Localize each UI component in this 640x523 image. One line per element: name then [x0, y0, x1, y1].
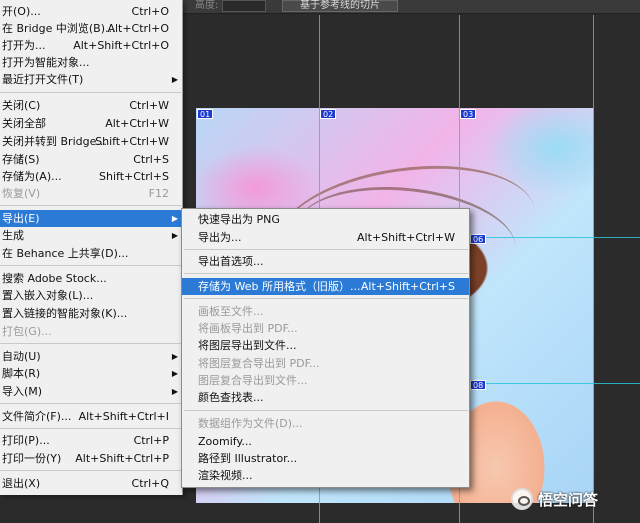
menu-item-close-and-go-to-bridge[interactable]: 关闭并转到 Bridge... Shift+Ctrl+W [0, 133, 183, 150]
slice-tag[interactable]: 03 [460, 109, 477, 119]
menu-item-layer-comps-to-files: 图层复合导出到文件... [198, 374, 308, 387]
submenu-arrow-icon: ▶ [171, 352, 178, 361]
menu-separator [184, 249, 468, 250]
vertical-guide[interactable] [593, 15, 594, 523]
menu-item-paths-to-illustrator[interactable]: 路径到 Illustrator... [182, 450, 469, 467]
menu-item-layer-comps-to-pdf: 将图层复合导出到 PDF... [198, 357, 320, 370]
menu-item-package: 打包(G)... [2, 325, 52, 338]
menu-item-layers-to-files[interactable]: 将图层导出到文件... [182, 337, 469, 354]
menu-separator [0, 470, 183, 471]
wukong-logo-icon [511, 488, 533, 510]
menu-item-save[interactable]: 存储(S) Ctrl+S [0, 151, 183, 168]
height-field[interactable] [222, 0, 266, 12]
menu-item-generate[interactable]: 生成 ▶ [0, 227, 183, 244]
menu-item-print-one-copy[interactable]: 打印一份(Y) Alt+Shift+Ctrl+P [0, 450, 183, 467]
menu-item-exit[interactable]: 退出(X) Ctrl+Q [0, 475, 183, 492]
menu-item-export-preferences[interactable]: 导出首选项... [182, 253, 469, 270]
watermark-text: 悟空问答 [538, 490, 599, 509]
menu-item-automate[interactable]: 自动(U) ▶ [0, 348, 183, 365]
submenu-arrow-icon: ▶ [171, 387, 178, 396]
slice-tag[interactable]: 01 [197, 109, 214, 119]
menu-separator [0, 92, 183, 93]
menu-item-artboards-to-pdf: 将画板导出到 PDF... [198, 322, 298, 335]
menu-item-export-as[interactable]: 导出为... Alt+Shift+Ctrl+W [182, 229, 469, 246]
menu-separator [184, 273, 468, 274]
slice-tag[interactable]: 08 [470, 380, 487, 390]
menu-item-open-as[interactable]: 打开为... Alt+Shift+Ctrl+O [0, 37, 183, 54]
menu-item-render-video[interactable]: 渲染视频... [182, 467, 469, 484]
menu-item-data-sets-as-files: 数据组作为文件(D)... [198, 417, 303, 430]
menu-separator [184, 410, 468, 411]
menu-item-print[interactable]: 打印(P)... Ctrl+P [0, 432, 183, 449]
menu-item-artboards-to-files: 画板至文件... [198, 305, 264, 318]
watermark: 悟空问答 [511, 486, 598, 512]
menu-item-save-for-web-legacy[interactable]: 存储为 Web 所用格式（旧版）... Alt+Shift+Ctrl+S [182, 278, 469, 295]
menu-item-file-info[interactable]: 文件简介(F)... Alt+Shift+Ctrl+I [0, 408, 183, 425]
height-label: 高度: [195, 0, 219, 11]
menu-item-share-on-behance[interactable]: 在 Behance 上共享(D)... [0, 245, 183, 262]
menu-item-scripts[interactable]: 脚本(R) ▶ [0, 365, 183, 382]
menu-item-zoomify[interactable]: Zoomify... [182, 433, 469, 450]
menu-separator [184, 298, 468, 299]
menu-item-import[interactable]: 导入(M) ▶ [0, 383, 183, 400]
submenu-arrow-icon: ▶ [171, 369, 178, 378]
menu-item-search-adobe-stock[interactable]: 搜索 Adobe Stock... [0, 270, 183, 287]
menu-item-close[interactable]: 关闭(C) Ctrl+W [0, 97, 183, 114]
menu-item-close-all[interactable]: 关闭全部 Alt+Ctrl+W [0, 115, 183, 132]
menu-item-place-linked[interactable]: 置入链接的智能对象(K)... [0, 305, 183, 322]
menu-item-open-recent[interactable]: 最近打开文件(T) ▶ [0, 71, 183, 88]
menu-item-place-embedded[interactable]: 置入嵌入对象(L)... [0, 287, 183, 304]
menu-item-color-lookup-tables[interactable]: 颜色查找表... [182, 389, 469, 406]
submenu-arrow-icon: ▶ [171, 75, 178, 84]
menu-separator [0, 265, 183, 266]
submenu-arrow-icon: ▶ [171, 214, 178, 223]
menu-item-revert: 恢复(V) F12 [2, 187, 169, 200]
menu-item-browse-in-bridge[interactable]: 在 Bridge 中浏览(B)... Alt+Ctrl+O [0, 20, 183, 37]
menu-separator [0, 205, 183, 206]
export-submenu: 快速导出为 PNG 导出为... Alt+Shift+Ctrl+W 导出首选项..… [181, 208, 470, 488]
file-menu: 开(O)... Ctrl+O 在 Bridge 中浏览(B)... Alt+Ctrl… [0, 0, 183, 495]
slices-from-guides-button[interactable]: 基于参考线的切片 [282, 0, 398, 12]
menu-separator [0, 343, 183, 344]
menu-separator [0, 428, 183, 429]
slice-tag[interactable]: 06 [470, 234, 487, 244]
menu-item-open[interactable]: 开(O)... Ctrl+O [0, 3, 183, 20]
menu-item-open-as-smart-object[interactable]: 打开为智能对象... [0, 54, 183, 71]
menu-item-quick-export-png[interactable]: 快速导出为 PNG [182, 211, 469, 228]
menu-item-export[interactable]: 导出(E) ▶ [0, 210, 183, 227]
submenu-arrow-icon: ▶ [171, 231, 178, 240]
slice-tag[interactable]: 02 [320, 109, 337, 119]
menu-item-save-as[interactable]: 存储为(A)... Shift+Ctrl+S [0, 168, 183, 185]
menu-separator [0, 403, 183, 404]
